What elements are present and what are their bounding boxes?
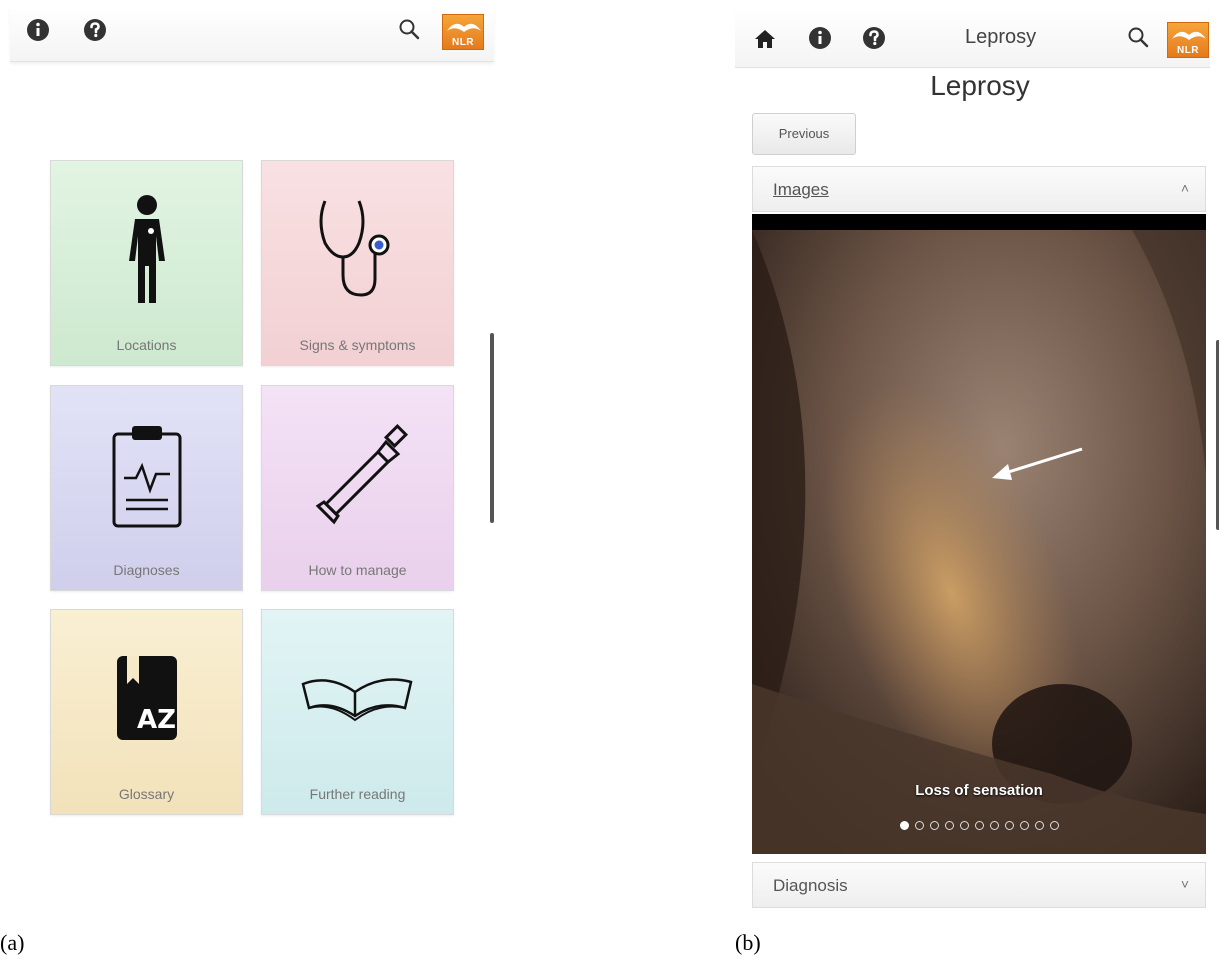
clipboard-icon — [112, 426, 181, 528]
slide-image[interactable]: Loss of sensation — [752, 214, 1206, 854]
caption-b: (b) — [735, 930, 761, 955]
pagination-dot[interactable] — [929, 821, 939, 830]
logo-text: NLR — [1176, 45, 1200, 56]
tile-glossary[interactable]: AZ Glossary — [50, 609, 243, 815]
info-circle-icon[interactable] — [808, 26, 832, 50]
pagination-dot[interactable] — [974, 821, 984, 830]
search-icon[interactable] — [398, 18, 420, 40]
tile-label: Glossary — [118, 786, 175, 802]
pagination-dot[interactable] — [959, 821, 969, 830]
section-header-images[interactable]: Images ˄ — [752, 166, 1206, 212]
open-book-icon — [301, 678, 412, 722]
hands-logo-icon — [1172, 31, 1206, 40]
pagination-dot[interactable] — [899, 821, 909, 830]
section-label: Diagnosis — [773, 876, 848, 895]
nlr-logo: NLR — [1167, 22, 1209, 58]
panel-a: NLR Locations Signs & symptoms Diagnoses… — [0, 0, 510, 958]
tile-diagnoses[interactable]: Diagnoses — [50, 385, 243, 591]
glossary-book-icon: AZ — [116, 656, 177, 740]
pagination-dot[interactable] — [1049, 821, 1059, 830]
question-circle-icon[interactable] — [862, 26, 886, 50]
scrollbar[interactable] — [490, 333, 494, 523]
pagination-dot[interactable] — [1034, 821, 1044, 830]
question-circle-icon[interactable] — [83, 18, 107, 42]
toolbar-title: Leprosy — [965, 26, 1037, 48]
info-circle-icon[interactable] — [26, 18, 50, 42]
tile-label: Signs & symptoms — [299, 337, 416, 353]
logo-text: NLR — [451, 37, 475, 48]
page-title: Leprosy — [930, 70, 1030, 101]
section-header-diagnosis[interactable]: Diagnosis ˅ — [752, 862, 1206, 908]
pagination-dot[interactable] — [944, 821, 954, 830]
tile-label: Locations — [116, 337, 177, 353]
body-figure-icon — [128, 195, 165, 303]
stethoscope-icon — [319, 200, 389, 297]
nlr-logo: NLR — [442, 14, 484, 50]
tile-further-reading[interactable]: Further reading — [261, 609, 454, 815]
expand-arrow-icon: ˅ — [1180, 876, 1189, 892]
tile-label: Further reading — [309, 786, 406, 802]
tile-signs-symptoms[interactable]: Signs & symptoms — [261, 160, 454, 366]
previous-button[interactable]: Previous — [752, 113, 856, 155]
collapse-arrow-icon: ˄ — [1180, 180, 1189, 196]
tile-label: Diagnoses — [113, 562, 180, 578]
section-label: Images — [773, 180, 829, 199]
hands-logo-icon — [447, 23, 481, 32]
pagination-dot[interactable] — [914, 821, 924, 830]
home-icon[interactable] — [754, 28, 776, 50]
skin-lesion-photo — [752, 230, 1206, 854]
tile-locations[interactable]: Locations — [50, 160, 243, 366]
tile-label: How to manage — [308, 562, 407, 578]
pagination-dot[interactable] — [1019, 821, 1029, 830]
tile-how-to-manage[interactable]: How to manage — [261, 385, 454, 591]
svg-text:AZ: AZ — [137, 705, 176, 735]
ointment-tube-icon — [315, 423, 408, 525]
slide-caption: Loss of sensation — [915, 782, 1043, 799]
top-toolbar: Leprosy NLR — [735, 6, 1210, 68]
pagination-dot[interactable] — [989, 821, 999, 830]
caption-a: (a) — [0, 930, 25, 955]
panel-b: Leprosy NLR Leprosy Previous Images ˄ Lo… — [735, 0, 1219, 958]
pagination-dot[interactable] — [1004, 821, 1014, 830]
slide-pagination — [752, 817, 1206, 835]
top-toolbar: NLR — [10, 6, 494, 62]
search-icon[interactable] — [1127, 26, 1149, 48]
